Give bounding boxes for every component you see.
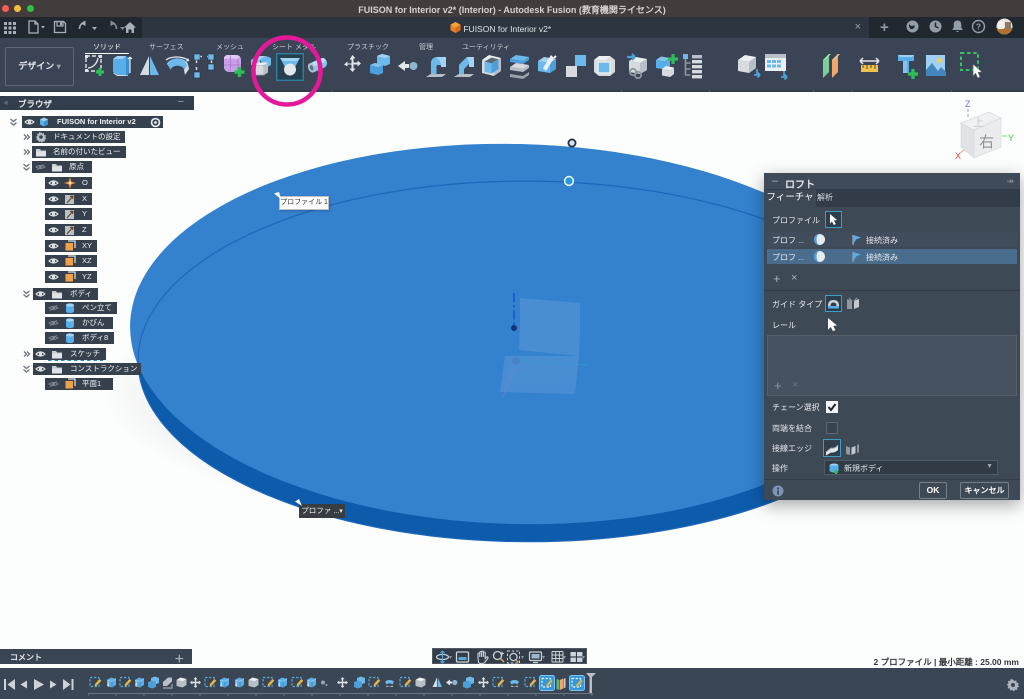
svg-text:?: ? — [976, 22, 981, 32]
svg-text:Y: Y — [1008, 133, 1014, 143]
svg-text:右: 右 — [979, 134, 994, 151]
svg-text:Z: Z — [965, 99, 971, 109]
svg-text:上: 上 — [973, 116, 984, 129]
